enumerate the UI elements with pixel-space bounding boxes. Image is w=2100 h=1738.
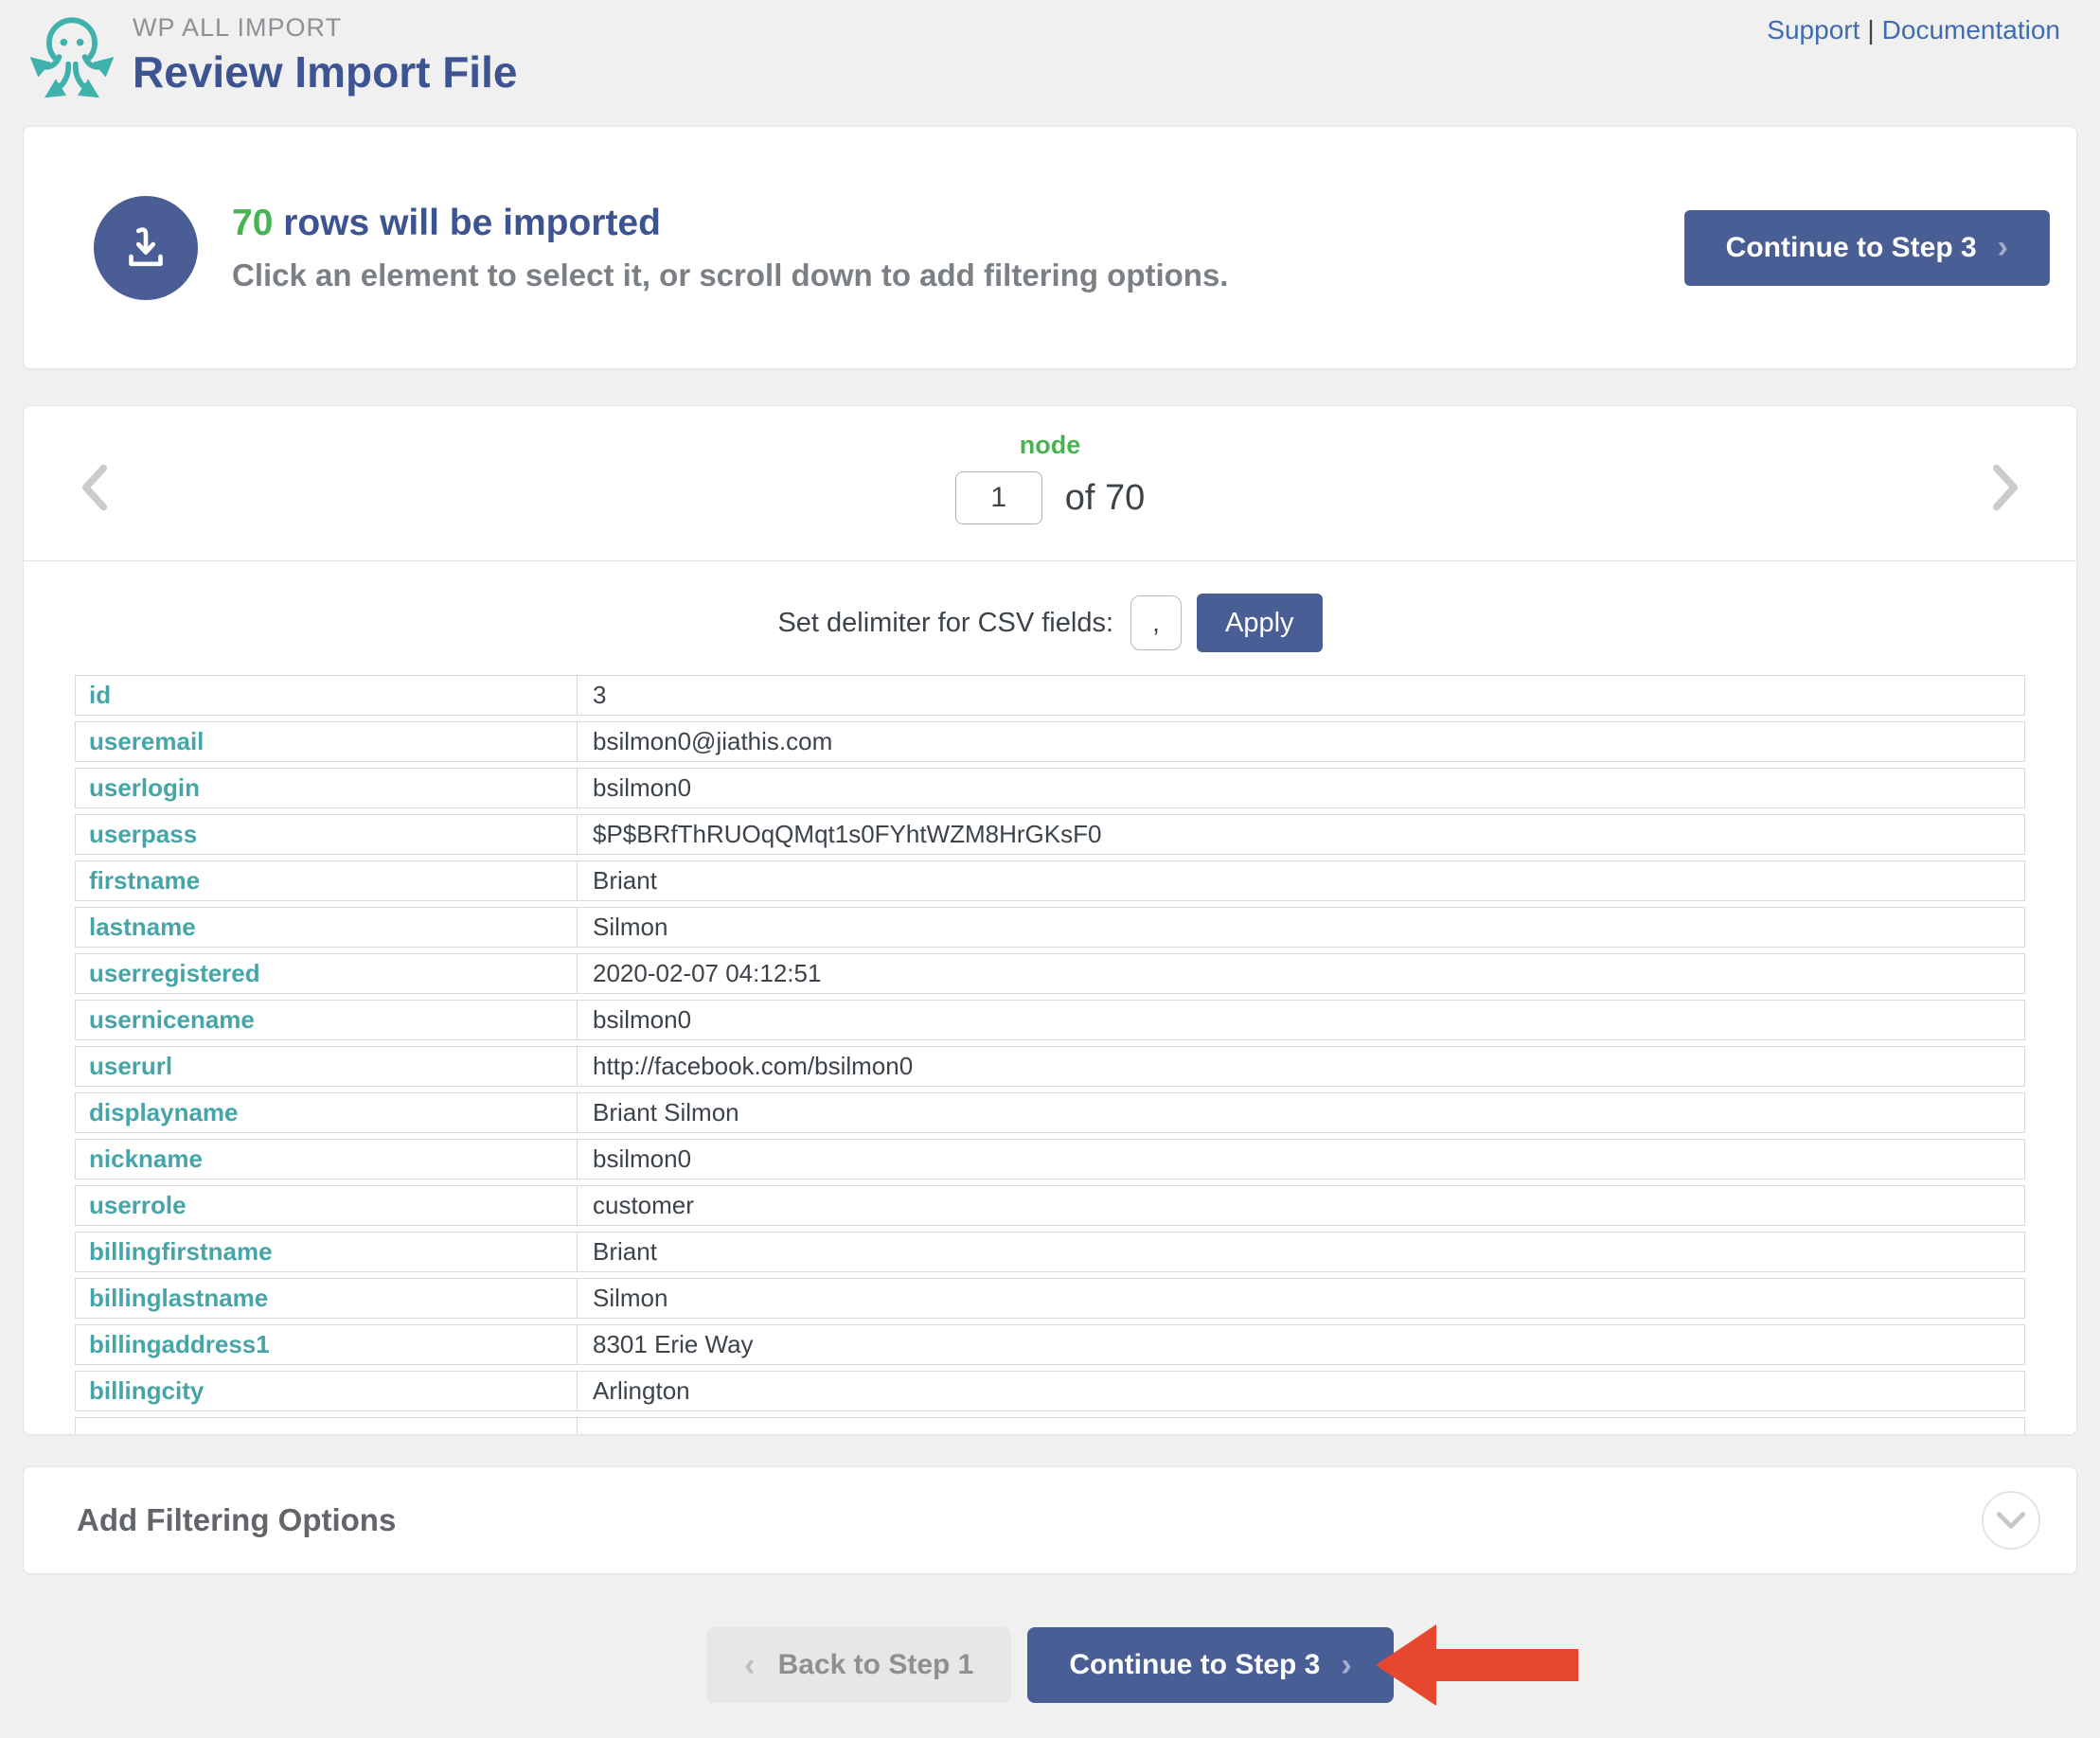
field-value[interactable]: Silmon: [578, 1279, 2024, 1318]
field-value[interactable]: 2020-02-07 04:12:51: [578, 954, 2024, 993]
table-row[interactable]: usernicename bsilmon0: [75, 1000, 2025, 1040]
table-row[interactable]: useremail bsilmon0@jiathis.com: [75, 721, 2025, 762]
chevron-right-icon: ›: [1997, 229, 2008, 265]
node-number-input[interactable]: [954, 471, 1042, 524]
import-summary-banner: 70 rows will be imported Click an elemen…: [23, 126, 2077, 369]
table-row[interactable]: userurl http://facebook.com/bsilmon0: [75, 1046, 2025, 1087]
page-header: WP ALL IMPORT Review Import File Support…: [0, 0, 2100, 106]
wizard-footer: ‹ Back to Step 1 Continue to Step 3 ›: [0, 1624, 2100, 1706]
table-row[interactable]: lastname Silmon: [75, 907, 2025, 948]
filtering-title: Add Filtering Options: [77, 1502, 397, 1537]
rows-count: 70: [232, 202, 274, 243]
header-links: Support | Documentation: [1767, 15, 2060, 45]
field-value[interactable]: 8301 Erie Way: [578, 1325, 2024, 1364]
field-value[interactable]: bsilmon0: [578, 1001, 2024, 1039]
field-name: [76, 1418, 578, 1434]
table-row[interactable]: userrole customer: [75, 1185, 2025, 1226]
import-download-icon: [94, 195, 198, 300]
apply-delimiter-button[interactable]: Apply: [1197, 594, 1323, 652]
field-name[interactable]: lastname: [76, 908, 578, 947]
links-separator: |: [1867, 15, 1875, 44]
add-filtering-options-section[interactable]: Add Filtering Options: [23, 1466, 2077, 1574]
field-name[interactable]: firstname: [76, 861, 578, 900]
banner-subtitle: Click an element to select it, or scroll…: [232, 257, 1229, 293]
brand-name: WP ALL IMPORT: [133, 13, 343, 42]
chevron-right-icon: ›: [1341, 1646, 1352, 1683]
page-title: Review Import File: [133, 47, 518, 97]
chevron-right-icon: [1992, 464, 2019, 511]
rows-title-rest: rows will be imported: [273, 202, 661, 243]
field-name[interactable]: userrole: [76, 1186, 578, 1225]
table-row[interactable]: billinglastname Silmon: [75, 1278, 2025, 1319]
field-name[interactable]: billingcity: [76, 1372, 578, 1410]
record-table: id 3 useremail bsilmon0@jiathis.com user…: [75, 675, 2025, 1434]
field-value: [578, 1418, 2024, 1434]
table-row[interactable]: displayname Briant Silmon: [75, 1092, 2025, 1133]
field-name[interactable]: userregistered: [76, 954, 578, 993]
chevron-left-icon: ‹: [744, 1646, 756, 1683]
table-row-partial: [75, 1417, 2025, 1434]
continue-step3-button-bottom[interactable]: Continue to Step 3 ›: [1027, 1627, 1394, 1703]
node-label: node: [1019, 431, 1081, 459]
field-value[interactable]: Briant: [578, 861, 2024, 900]
field-value[interactable]: Arlington: [578, 1372, 2024, 1410]
field-name[interactable]: userpass: [76, 815, 578, 854]
node-total-label: of 70: [1064, 477, 1146, 518]
node-navigator: node of 70: [24, 406, 2076, 561]
chevron-left-icon: [81, 464, 108, 511]
table-row[interactable]: userpass $P$BRfThRUOqQMqt1s0FYhtWZM8HrGK…: [75, 814, 2025, 855]
previous-node-button[interactable]: [73, 461, 116, 514]
field-value[interactable]: Briant: [578, 1233, 2024, 1271]
field-value[interactable]: customer: [578, 1186, 2024, 1225]
field-name[interactable]: userlogin: [76, 769, 578, 807]
rows-imported-title: 70 rows will be imported: [232, 203, 1684, 244]
delimiter-input[interactable]: [1130, 595, 1183, 650]
table-row[interactable]: billingaddress1 8301 Erie Way: [75, 1324, 2025, 1365]
field-name[interactable]: displayname: [76, 1093, 578, 1132]
table-row[interactable]: firstname Briant: [75, 860, 2025, 901]
field-value[interactable]: $P$BRfThRUOqQMqt1s0FYhtWZM8HrGKsF0: [578, 815, 2024, 854]
table-row[interactable]: billingcity Arlington: [75, 1371, 2025, 1411]
field-value[interactable]: bsilmon0@jiathis.com: [578, 722, 2024, 761]
field-name[interactable]: billingaddress1: [76, 1325, 578, 1364]
octopus-logo-icon: [29, 17, 115, 98]
next-node-button[interactable]: [1984, 461, 2027, 514]
field-name[interactable]: nickname: [76, 1140, 578, 1179]
delimiter-label: Set delimiter for CSV fields:: [777, 607, 1114, 638]
field-value[interactable]: 3: [578, 676, 2024, 715]
documentation-link[interactable]: Documentation: [1882, 15, 2060, 44]
table-row[interactable]: userlogin bsilmon0: [75, 768, 2025, 808]
red-arrow-left-annotation: [1376, 1624, 1578, 1706]
file-preview-card: node of 70 Set delimiter for CSV fields:…: [23, 405, 2077, 1435]
support-link[interactable]: Support: [1767, 15, 1860, 44]
continue-step3-button-top[interactable]: Continue to Step 3 ›: [1683, 209, 2050, 286]
field-value[interactable]: Briant Silmon: [578, 1093, 2024, 1132]
field-value[interactable]: http://facebook.com/bsilmon0: [578, 1047, 2024, 1086]
chevron-down-icon: [1996, 1512, 2026, 1529]
field-name[interactable]: billinglastname: [76, 1279, 578, 1318]
field-name[interactable]: userurl: [76, 1047, 578, 1086]
table-row[interactable]: billingfirstname Briant: [75, 1232, 2025, 1272]
back-step1-button[interactable]: ‹ Back to Step 1: [706, 1627, 1012, 1703]
field-value[interactable]: bsilmon0: [578, 769, 2024, 807]
field-name[interactable]: id: [76, 676, 578, 715]
table-row[interactable]: id 3: [75, 675, 2025, 716]
table-row[interactable]: userregistered 2020-02-07 04:12:51: [75, 953, 2025, 994]
field-value[interactable]: bsilmon0: [578, 1140, 2024, 1179]
field-name[interactable]: billingfirstname: [76, 1233, 578, 1271]
field-name[interactable]: useremail: [76, 722, 578, 761]
expand-filtering-button[interactable]: [1982, 1491, 2040, 1550]
table-row[interactable]: nickname bsilmon0: [75, 1139, 2025, 1179]
field-value[interactable]: Silmon: [578, 908, 2024, 947]
csv-delimiter-row: Set delimiter for CSV fields: Apply: [24, 594, 2076, 652]
field-name[interactable]: usernicename: [76, 1001, 578, 1039]
